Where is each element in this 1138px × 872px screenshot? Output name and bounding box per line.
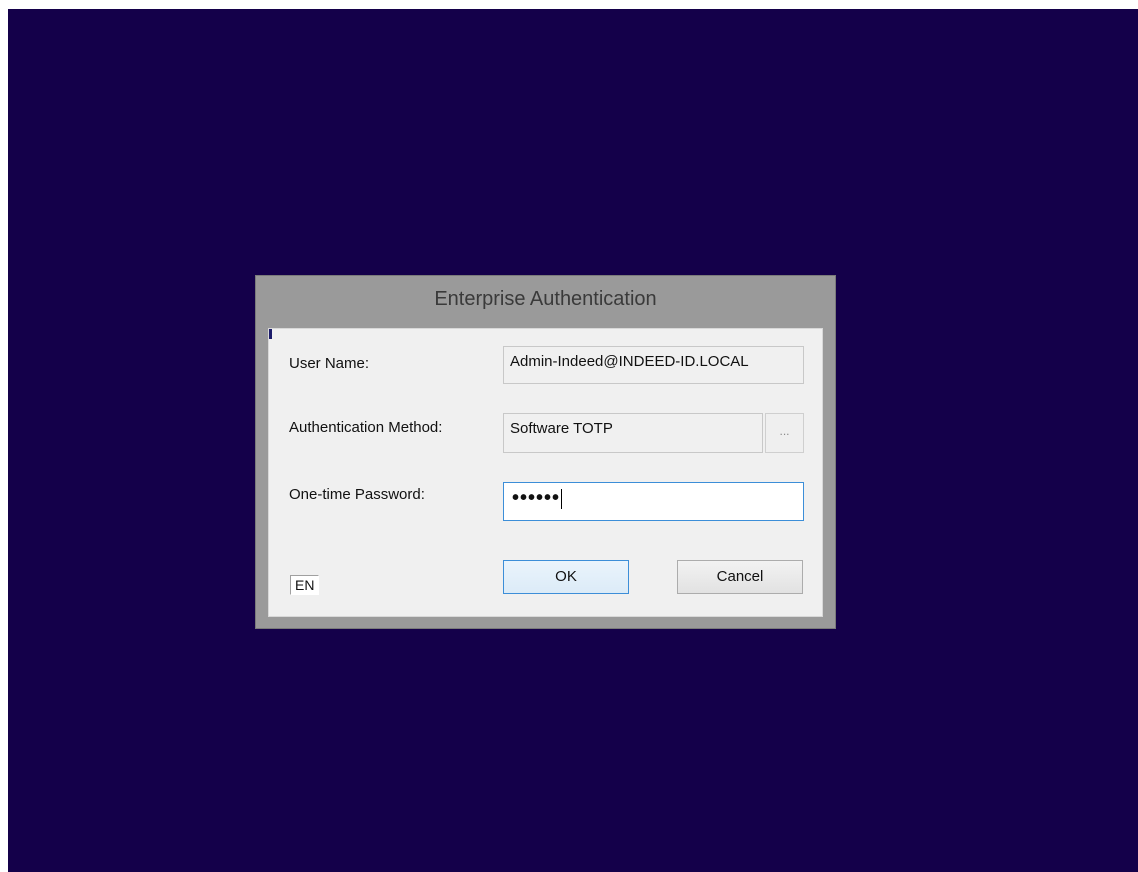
user-name-field[interactable]: Admin-Indeed@INDEED-ID.LOCAL bbox=[503, 346, 804, 384]
user-name-label: User Name: bbox=[289, 355, 370, 372]
ok-button[interactable]: OK bbox=[503, 560, 629, 594]
dialog-title: Enterprise Authentication bbox=[434, 288, 657, 310]
authentication-dialog: Enterprise Authentication User Name: Adm… bbox=[255, 275, 836, 629]
authentication-method-browse-button[interactable]: ... bbox=[765, 413, 804, 453]
one-time-password-input[interactable]: •••••• bbox=[503, 482, 804, 521]
authentication-method-field[interactable]: Software TOTP bbox=[503, 413, 763, 453]
keyboard-language-indicator[interactable]: EN bbox=[290, 575, 320, 595]
dialog-body: User Name: Admin-Indeed@INDEED-ID.LOCAL … bbox=[268, 328, 823, 617]
focus-corner-marker bbox=[269, 329, 272, 339]
one-time-password-label: One-time Password: bbox=[289, 486, 425, 503]
cancel-button[interactable]: Cancel bbox=[677, 560, 803, 594]
authentication-method-label: Authentication Method: bbox=[289, 419, 443, 436]
text-caret bbox=[561, 488, 563, 509]
one-time-password-masked-value: •••••• bbox=[512, 487, 561, 509]
